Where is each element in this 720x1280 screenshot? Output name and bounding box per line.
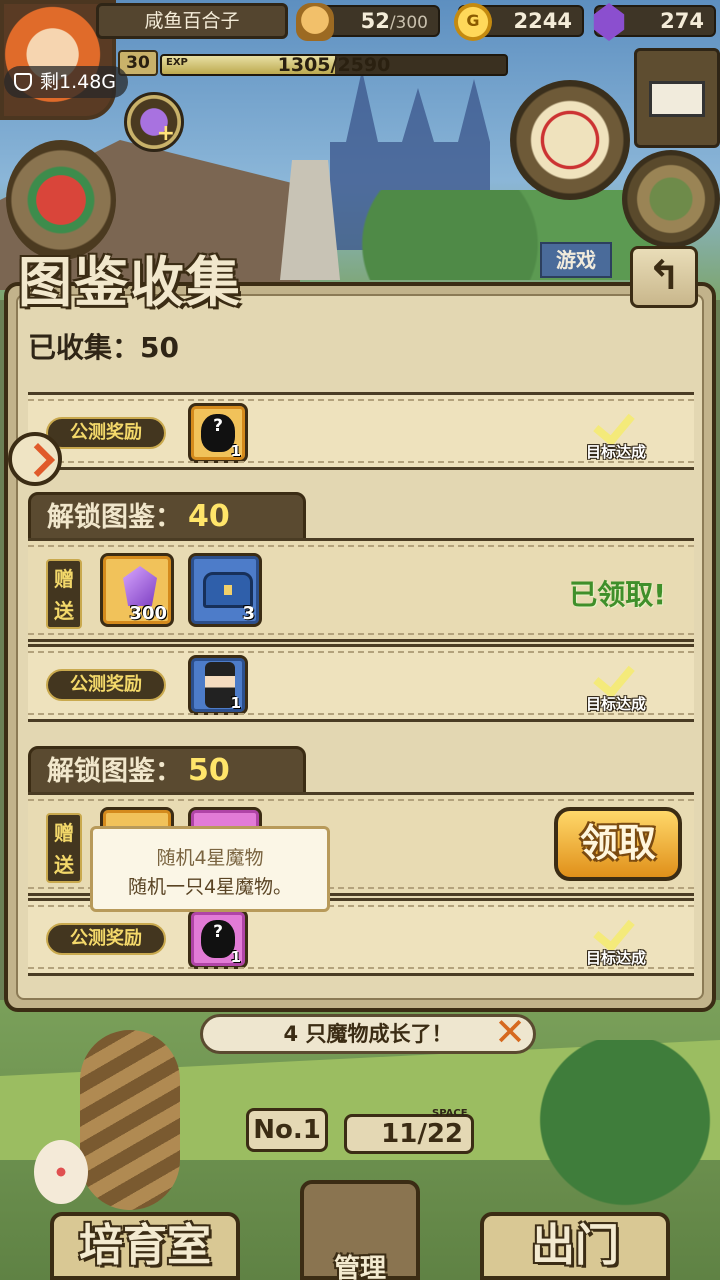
item-count: 1 bbox=[230, 694, 241, 712]
checkmark-icon bbox=[596, 909, 640, 945]
item-tooltip: 随机4星魔物 随机一只4星魔物。 bbox=[90, 826, 330, 912]
bushes bbox=[360, 190, 660, 280]
goal-achieved: 目标达成 bbox=[566, 403, 666, 467]
beta-reward-label: 公测奖励 bbox=[46, 923, 166, 955]
data-remaining-text: 剩1.48G bbox=[40, 71, 117, 93]
checkmark-icon bbox=[596, 655, 640, 691]
card-header-label: 解锁图鉴： bbox=[47, 756, 182, 787]
item-count: 3 bbox=[242, 603, 255, 624]
gold-coin-icon: G bbox=[454, 3, 492, 41]
backpack-button[interactable] bbox=[622, 150, 720, 248]
envelope-icon bbox=[649, 81, 705, 117]
growth-message: 4 只魔物成长了！ bbox=[200, 1014, 536, 1054]
nav-manage-button[interactable]: 管理 bbox=[300, 1180, 420, 1280]
mystery-glyph: ? bbox=[213, 416, 223, 436]
player-name: 咸鱼百合子 bbox=[96, 3, 288, 39]
bread-icon bbox=[296, 3, 334, 41]
reward-item-gems[interactable]: 300 bbox=[100, 553, 174, 627]
mystery-glyph: ? bbox=[213, 922, 223, 942]
tooltip-title: 随机4星魔物 bbox=[156, 847, 264, 869]
add-gem-button[interactable]: + bbox=[124, 92, 184, 152]
tooltip-description: 随机一只4星魔物。 bbox=[127, 876, 293, 898]
back-button[interactable]: ↰ bbox=[630, 246, 698, 308]
exp-text: 1305/2590 bbox=[277, 54, 391, 76]
monster-tail bbox=[80, 1030, 180, 1210]
gem-value: 274 bbox=[660, 9, 704, 33]
quest-scroll-button[interactable] bbox=[510, 80, 630, 200]
gem-icon bbox=[593, 3, 625, 41]
expand-arrow-icon[interactable] bbox=[8, 432, 62, 486]
card-header-label: 解锁图鉴： bbox=[47, 502, 182, 533]
goal-achieved-label: 目标达成 bbox=[585, 695, 646, 713]
plus-icon: + bbox=[156, 121, 175, 146]
bread-max: /300 bbox=[389, 13, 428, 33]
space-counter: 11/22 bbox=[344, 1114, 474, 1154]
goal-achieved-label: 目标达成 bbox=[585, 949, 646, 967]
reward-item-chest[interactable]: 3 bbox=[188, 553, 262, 627]
tree bbox=[530, 1040, 720, 1240]
card-header-50: 解锁图鉴： 50 bbox=[28, 746, 306, 796]
claimed-status: 已领取! bbox=[569, 578, 666, 611]
collected-count: 已收集：50 bbox=[28, 331, 179, 364]
gem-counter[interactable]: 274 bbox=[593, 3, 716, 41]
egg[interactable] bbox=[34, 1140, 88, 1204]
game-screen: 咸鱼百合子 52/300 G 2244 274 30 EXP 1305/2590… bbox=[0, 0, 720, 1280]
ranch-number[interactable]: No.1 bbox=[246, 1108, 328, 1152]
bread-counter[interactable]: 52/300 bbox=[296, 3, 440, 41]
nav-go-out-button[interactable]: 出门 bbox=[480, 1212, 670, 1280]
space-label: SPACE bbox=[432, 1108, 468, 1119]
exp-bar: EXP 1305/2590 bbox=[160, 54, 508, 76]
mail-button[interactable] bbox=[634, 48, 720, 148]
item-count: 1 bbox=[230, 948, 241, 966]
close-icon[interactable]: ✕ bbox=[490, 1012, 530, 1052]
claim-button[interactable]: 领取 bbox=[554, 807, 682, 881]
goal-achieved: 目标达成 bbox=[566, 655, 666, 719]
goal-achieved-label: 目标达成 bbox=[585, 443, 646, 461]
checkmark-icon bbox=[596, 403, 640, 439]
card-header-40: 解锁图鉴： 40 bbox=[28, 492, 306, 542]
data-remaining-chip: 剩1.48G bbox=[4, 66, 129, 98]
game-tag[interactable]: 游戏 bbox=[540, 242, 612, 278]
bread-value: 52 bbox=[360, 9, 390, 33]
goal-achieved: 目标达成 bbox=[566, 909, 666, 973]
modal-title: 图鉴收集 bbox=[18, 251, 242, 314]
reward-row-beta-40: 公测奖励 1 目标达成 bbox=[28, 644, 694, 722]
beta-reward-label: 公测奖励 bbox=[46, 417, 166, 449]
card-header-number: 50 bbox=[188, 753, 230, 788]
item-count: 1 bbox=[230, 442, 241, 460]
crystal-icon bbox=[123, 566, 157, 606]
reward-item-monster[interactable]: 1 bbox=[188, 655, 248, 715]
reward-item-mystery[interactable]: ? 1 bbox=[188, 403, 248, 463]
nav-nursery-button[interactable]: 培育室 bbox=[50, 1212, 240, 1280]
item-count: 300 bbox=[129, 603, 167, 624]
beta-reward-label: 公测奖励 bbox=[46, 669, 166, 701]
gold-counter[interactable]: G 2244 bbox=[454, 3, 584, 41]
reward-item-mystery[interactable]: ? 1 bbox=[188, 909, 248, 969]
card-header-number: 40 bbox=[188, 499, 230, 534]
gift-label: 赠送 bbox=[46, 813, 82, 883]
gift-row-40: 赠送 300 3 已领取! bbox=[28, 538, 694, 642]
shield-icon bbox=[14, 73, 32, 91]
gift-label: 赠送 bbox=[46, 559, 82, 629]
gold-value: 2244 bbox=[513, 9, 572, 33]
reward-row-beta-30: 公测奖励 ? 1 目标达成 bbox=[28, 392, 694, 470]
